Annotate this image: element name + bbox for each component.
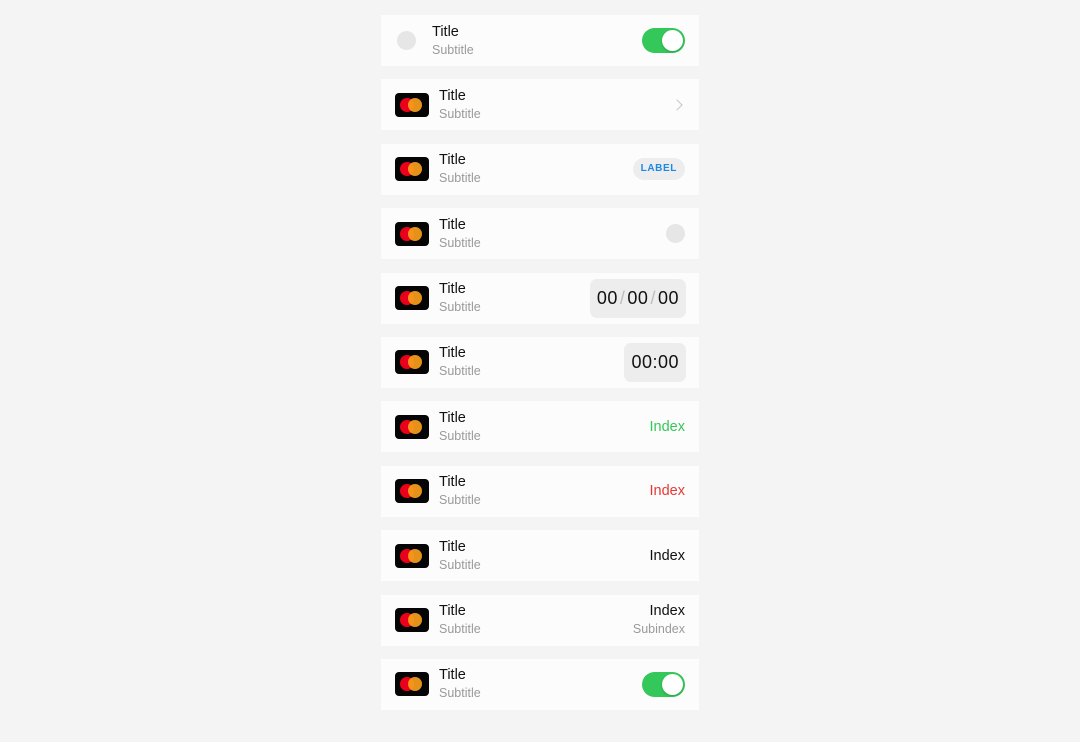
list-item-subtitle: Subtitle [439,428,481,443]
date-separator: / [650,287,656,308]
placeholder-dot-icon [397,31,416,50]
list-item-title: Title [439,667,466,684]
mastercard-icon [395,414,429,439]
list-item-title: Title [432,23,459,40]
mastercard-icon [395,672,429,697]
list-item-subtitle: Subtitle [432,42,474,57]
mastercard-icon [395,608,429,633]
date-day: 00 [596,287,618,308]
settings-list: Title Subtitle Title Subtitle Title Subt… [381,15,699,710]
list-item-title: Title [439,152,466,169]
chevron-right-icon[interactable] [671,99,683,111]
list-item-subtitle: Subtitle [439,300,481,315]
mastercard-icon [395,350,429,375]
subindex-value: Subindex [632,622,685,637]
list-item[interactable]: Title Subtitle 00:00 [381,336,699,388]
list-item-subtitle: Subtitle [439,171,481,186]
list-item-title: Title [439,87,466,104]
list-item-title: Title [439,474,466,491]
list-item-texts: Title Subtitle [439,666,642,702]
mastercard-icon [395,479,429,504]
mastercard-icon [395,286,429,311]
label-badge: LABEL [632,158,685,181]
list-item[interactable]: Title Subtitle LABEL [381,143,699,195]
list-item-subtitle: Subtitle [439,622,481,637]
list-item-subtitle: Subtitle [439,493,481,508]
mastercard-icon [395,157,429,182]
list-item-texts: Title Subtitle [439,280,590,316]
index-value: Index [649,418,685,435]
list-item-texts: Title Subtitle [432,23,642,59]
toggle-knob [662,30,683,51]
list-item-texts: Title Subtitle [439,538,650,574]
list-item-subtitle: Subtitle [439,557,481,572]
list-item-title: Title [439,281,466,298]
list-item-subtitle: Subtitle [439,364,481,379]
list-item[interactable]: Title Subtitle Index [381,530,699,582]
list-item-title: Title [439,603,466,620]
date-year: 00 [657,287,679,308]
list-item[interactable]: Title Subtitle [381,658,699,710]
list-item[interactable]: Title Subtitle Index Subindex [381,594,699,646]
list-item-title: Title [439,409,466,426]
list-item-subtitle: Subtitle [439,235,481,250]
mastercard-icon [395,543,429,568]
list-item-texts: Title Subtitle [439,344,624,380]
date-separator: / [619,287,626,308]
time-value: 00:00 [631,351,679,372]
toggle-switch[interactable] [642,671,685,697]
list-item[interactable]: Title Subtitle [381,15,699,66]
list-item[interactable]: Title Subtitle [381,208,699,260]
list-item-texts: Title Subtitle [439,409,650,445]
list-item-title: Title [439,216,466,233]
list-item-title: Title [439,538,466,555]
list-item-subtitle: Subtitle [439,686,481,701]
toggle-switch[interactable] [642,28,685,53]
index-value: Index [649,483,685,500]
list-item[interactable]: Title Subtitle [381,79,699,131]
list-item-title: Title [439,345,466,362]
date-month: 00 [627,287,649,308]
list-item[interactable]: Title Subtitle Index [381,465,699,517]
index-value: Index [649,547,685,564]
list-item-texts: Title Subtitle [439,473,650,509]
list-item-subtitle: Subtitle [439,106,481,121]
index-stack: Index Subindex [633,602,685,638]
list-item[interactable]: Title Subtitle Index [381,401,699,453]
time-picker[interactable]: 00:00 [624,342,686,382]
list-item-texts: Title Subtitle [439,151,633,187]
list-item-texts: Title Subtitle [439,216,666,252]
radio-dot-icon[interactable] [666,224,685,244]
index-value: Index [649,603,685,620]
list-item-texts: Title Subtitle [439,602,633,638]
list-item-texts: Title Subtitle [439,87,673,123]
date-picker[interactable]: 00 / 00 / 00 [589,278,686,318]
mastercard-icon [395,221,429,246]
mastercard-icon [395,92,429,117]
toggle-knob [662,673,683,695]
list-item[interactable]: Title Subtitle 00 / 00 / 00 [381,272,699,324]
